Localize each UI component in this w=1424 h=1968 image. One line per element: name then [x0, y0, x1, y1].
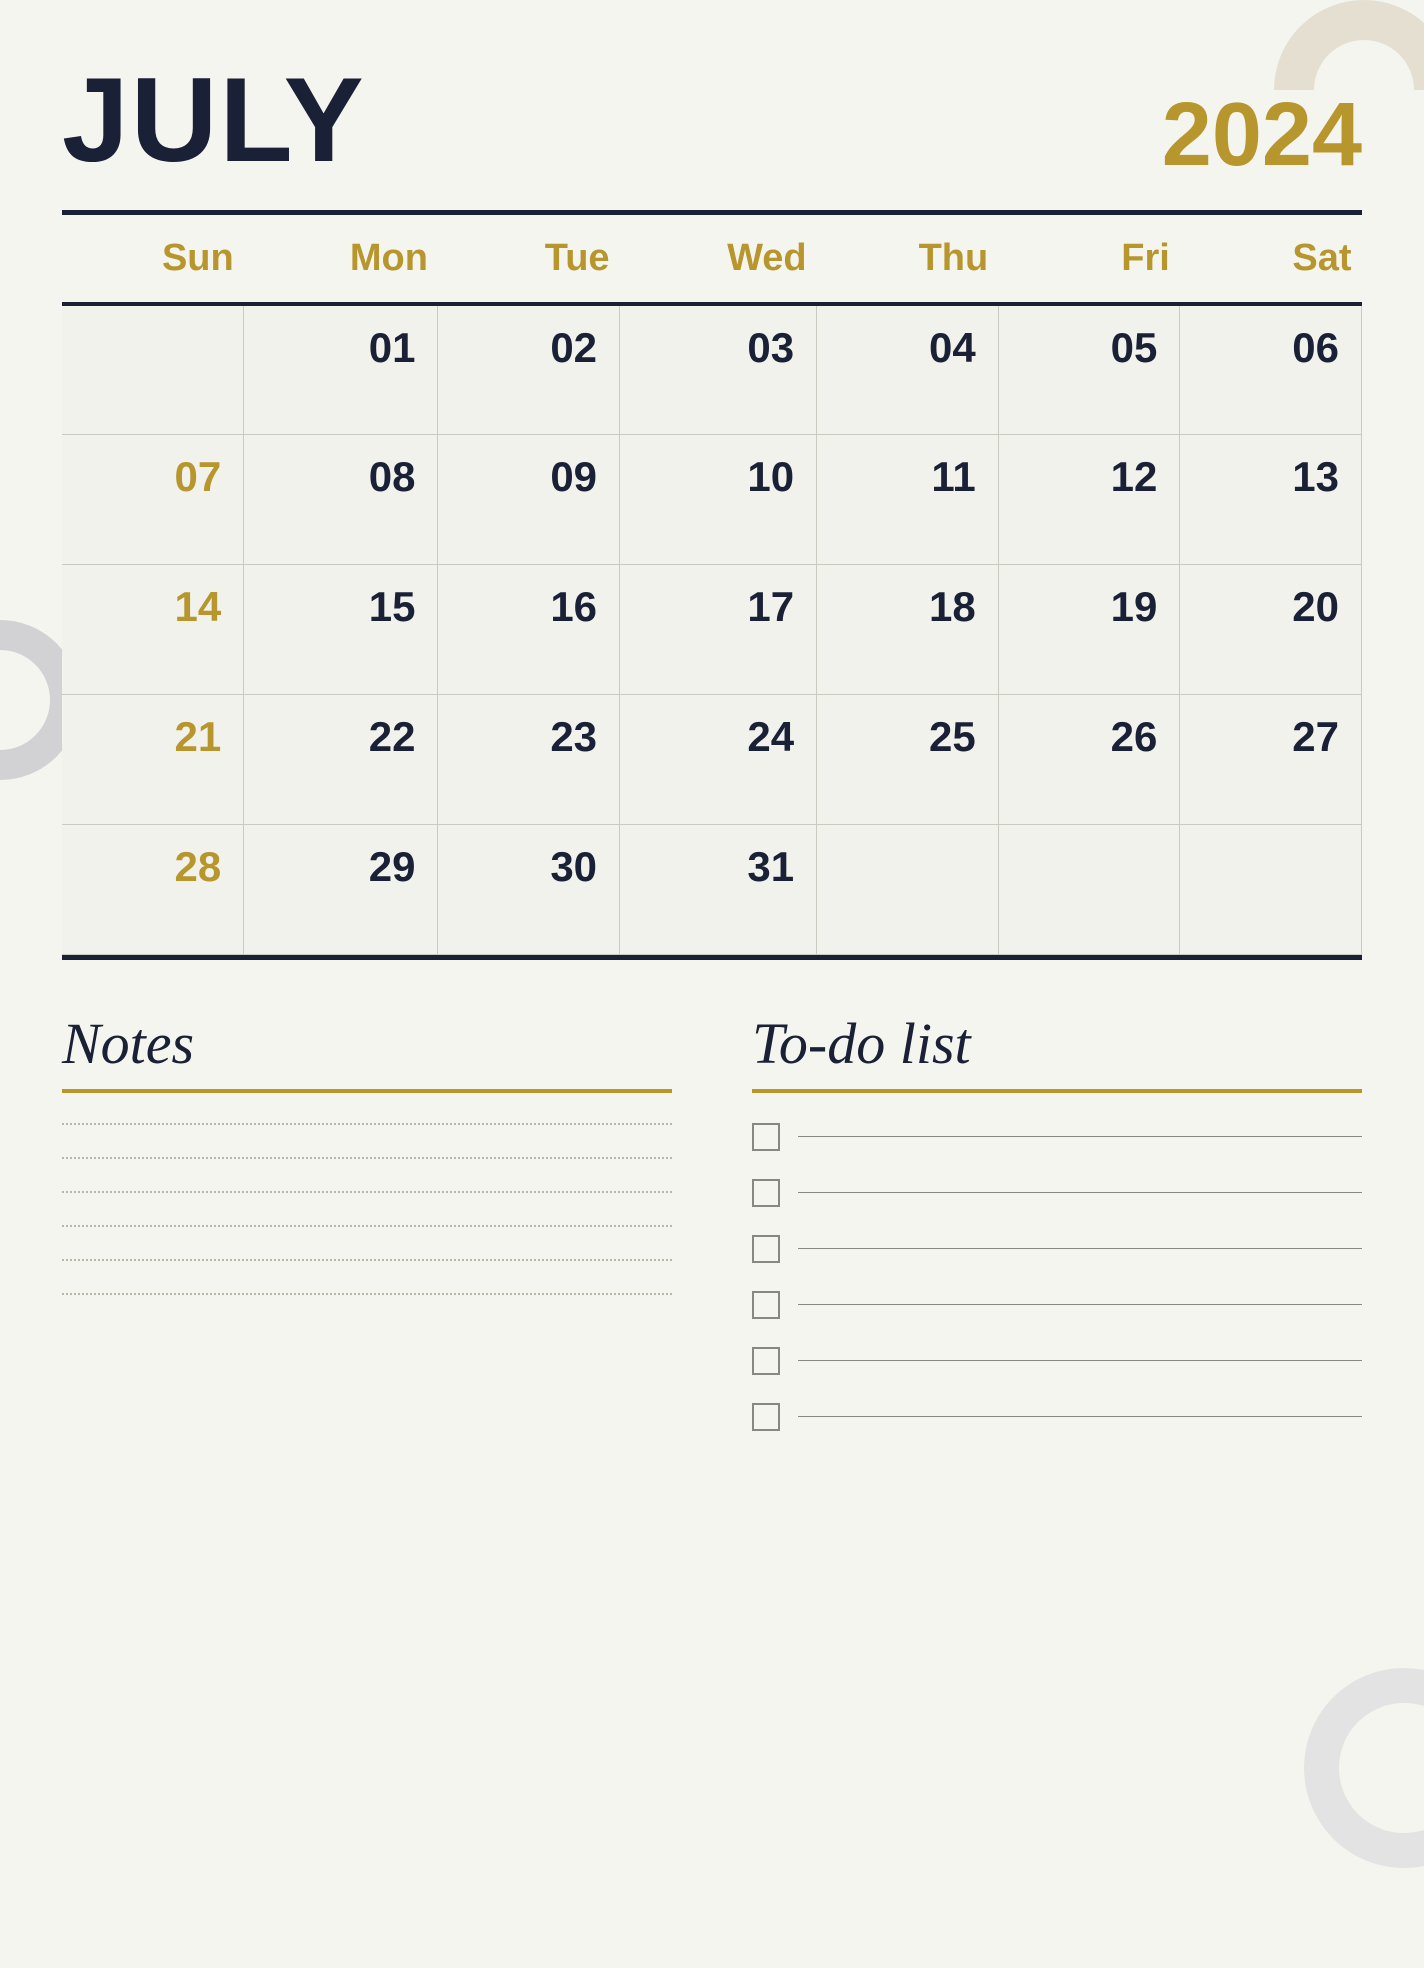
- todo-item-2: [752, 1235, 1362, 1263]
- todo-checkbox-2[interactable]: [752, 1235, 780, 1263]
- calendar-day: 11: [817, 434, 999, 564]
- todo-checkbox-1[interactable]: [752, 1179, 780, 1207]
- calendar-header-row: SunMonTueWedThuFriSat: [62, 215, 1362, 304]
- calendar-day: 30: [438, 824, 620, 954]
- calendar-day: 18: [817, 564, 999, 694]
- page-container: JULY 2024 SunMonTueWedThuFriSat 01020304…: [62, 0, 1362, 1499]
- todo-line-4: [798, 1360, 1362, 1361]
- calendar-week-4: 28293031: [62, 824, 1362, 954]
- calendar-week-0: 010203040506: [62, 304, 1362, 434]
- notes-line-3: [62, 1225, 672, 1227]
- calendar-day: 27: [1180, 694, 1362, 824]
- notes-line-1: [62, 1157, 672, 1159]
- calendar-day: 12: [998, 434, 1180, 564]
- calendar-week-2: 14151617181920: [62, 564, 1362, 694]
- todo-item-3: [752, 1291, 1362, 1319]
- todo-item-5: [752, 1403, 1362, 1431]
- todo-checkbox-5[interactable]: [752, 1403, 780, 1431]
- day-header-thu: Thu: [817, 215, 999, 304]
- notes-lines: [62, 1123, 672, 1295]
- calendar-day: [817, 824, 999, 954]
- calendar-day: 14: [62, 564, 244, 694]
- calendar-header: JULY 2024: [62, 60, 1362, 180]
- calendar-week-1: 07080910111213: [62, 434, 1362, 564]
- notes-section: Notes: [62, 1010, 672, 1459]
- todo-line-5: [798, 1416, 1362, 1417]
- todo-line-2: [798, 1248, 1362, 1249]
- todo-line-1: [798, 1192, 1362, 1193]
- calendar-day: 22: [244, 694, 438, 824]
- calendar-day: 05: [998, 304, 1180, 434]
- calendar-day: 15: [244, 564, 438, 694]
- notes-line-0: [62, 1123, 672, 1125]
- calendar-day: 24: [620, 694, 817, 824]
- calendar-day: 08: [244, 434, 438, 564]
- todo-section: To-do list: [752, 1010, 1362, 1459]
- bottom-border: [62, 955, 1362, 960]
- calendar-day: 04: [817, 304, 999, 434]
- day-header-fri: Fri: [998, 215, 1180, 304]
- todo-item-1: [752, 1179, 1362, 1207]
- todo-item-0: [752, 1123, 1362, 1151]
- todo-line-3: [798, 1304, 1362, 1305]
- calendar-day: 23: [438, 694, 620, 824]
- day-header-sun: Sun: [62, 215, 244, 304]
- day-header-mon: Mon: [244, 215, 438, 304]
- calendar-day: 07: [62, 434, 244, 564]
- todo-underline: [752, 1089, 1362, 1093]
- calendar-body: 0102030405060708091011121314151617181920…: [62, 304, 1362, 954]
- todo-checkbox-3[interactable]: [752, 1291, 780, 1319]
- todo-item-4: [752, 1347, 1362, 1375]
- calendar-day: 13: [1180, 434, 1362, 564]
- calendar-day: 17: [620, 564, 817, 694]
- notes-underline: [62, 1089, 672, 1093]
- notes-title: Notes: [62, 1010, 672, 1077]
- calendar-day: 31: [620, 824, 817, 954]
- calendar-day: 25: [817, 694, 999, 824]
- calendar-day: [1180, 824, 1362, 954]
- day-header-tue: Tue: [438, 215, 620, 304]
- day-header-wed: Wed: [620, 215, 817, 304]
- notes-line-5: [62, 1293, 672, 1295]
- todo-title: To-do list: [752, 1010, 1362, 1077]
- notes-line-4: [62, 1259, 672, 1261]
- deco-circle-bottom-right: [1304, 1668, 1424, 1868]
- calendar-day: 21: [62, 694, 244, 824]
- calendar-day: 29: [244, 824, 438, 954]
- day-header-sat: Sat: [1180, 215, 1362, 304]
- calendar-day: 01: [244, 304, 438, 434]
- calendar-day: 20: [1180, 564, 1362, 694]
- month-title: JULY: [62, 60, 366, 180]
- calendar-day: 09: [438, 434, 620, 564]
- bottom-section: Notes To-do list: [62, 1010, 1362, 1459]
- notes-line-2: [62, 1191, 672, 1193]
- todo-items-container: [752, 1123, 1362, 1431]
- calendar-week-3: 21222324252627: [62, 694, 1362, 824]
- calendar-day: 19: [998, 564, 1180, 694]
- calendar-day: 02: [438, 304, 620, 434]
- todo-line-0: [798, 1136, 1362, 1137]
- calendar-day: 28: [62, 824, 244, 954]
- todo-checkbox-4[interactable]: [752, 1347, 780, 1375]
- calendar-day: 26: [998, 694, 1180, 824]
- calendar-day: 03: [620, 304, 817, 434]
- calendar-day: 10: [620, 434, 817, 564]
- calendar-day: 06: [1180, 304, 1362, 434]
- calendar-table: SunMonTueWedThuFriSat 010203040506070809…: [62, 215, 1362, 955]
- year-title: 2024: [1162, 90, 1362, 180]
- todo-checkbox-0[interactable]: [752, 1123, 780, 1151]
- calendar-day: [62, 304, 244, 434]
- calendar-day: [998, 824, 1180, 954]
- calendar-day: 16: [438, 564, 620, 694]
